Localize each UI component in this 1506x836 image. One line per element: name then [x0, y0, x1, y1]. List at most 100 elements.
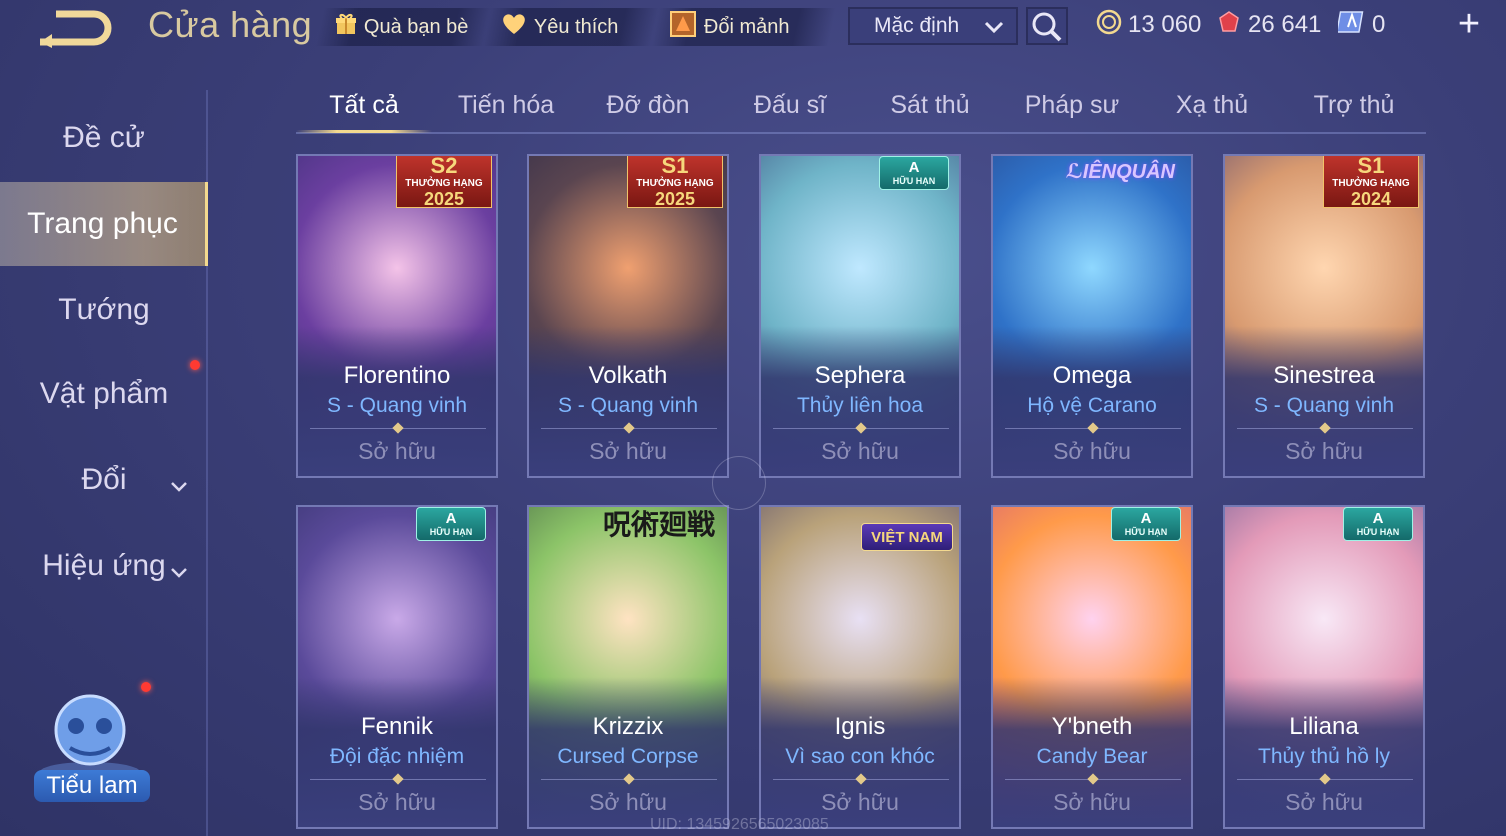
sidebar-item-label: Trang phục — [27, 207, 178, 240]
ownership-status: Sở hữu — [589, 438, 667, 464]
collab-logo-badge: 呪術廻戦 — [602, 508, 715, 541]
vietnam-badge: VIỆT NAM — [861, 523, 953, 551]
badge-year: 2024 — [1350, 188, 1392, 209]
rank-reward-badge: S1 THƯỞNG HẠNG 2025 — [627, 154, 723, 209]
ownership-status: Sở hữu — [1285, 438, 1363, 464]
voucher-balance: 0 — [1336, 8, 1386, 42]
tab-all[interactable]: Tất cả — [296, 80, 432, 133]
friend-gift-button[interactable]: Quà bạn bè — [315, 8, 493, 46]
skin-name: Đội đặc nhiệm — [329, 745, 465, 768]
chevron-down-icon — [170, 554, 188, 588]
tab-marksman[interactable]: Xạ thủ — [1144, 80, 1280, 130]
skin-name: Cursed Corpse — [557, 745, 699, 768]
search-icon — [1028, 12, 1066, 47]
hero-name: Liliana — [1289, 713, 1359, 740]
rank-reward-badge: S2 THƯỞNG HẠNG 2025 — [396, 154, 492, 209]
skin-card[interactable]: S1 THƯỞNG HẠNG 2024 Sinestrea S - Quang vinh… — [1223, 154, 1425, 478]
tab-label: Xạ thủ — [1175, 90, 1249, 119]
rank-reward-badge: S1 THƯỞNG HẠNG 2024 — [1323, 156, 1419, 209]
sort-value: Mặc định — [874, 14, 960, 37]
top-bar: Cửa hàng Quà bạn bè Yêu thích Đổi mảnh M… — [0, 0, 1506, 56]
heart-icon — [500, 12, 528, 42]
hero-name: Omega — [1052, 362, 1132, 389]
badge-year: 2025 — [423, 188, 465, 209]
skin-card[interactable]: VIỆT NAM Ignis Vì sao con khóc Sở hữu — [759, 505, 961, 829]
skin-name: Hộ vệ Carano — [1027, 394, 1157, 417]
tab-assassin[interactable]: Sát thủ — [862, 80, 998, 130]
skin-card[interactable]: A HỮU HẠN Sephera Thủy liên hoa Sở hữu — [759, 154, 961, 478]
red-gem-icon — [1216, 9, 1242, 42]
skin-card[interactable]: A HỮU HẠN Fennik Đội đặc nhiệm Sở hữu — [296, 505, 498, 829]
ownership-status: Sở hữu — [1285, 789, 1363, 815]
gold-balance: 13 060 — [1096, 8, 1201, 42]
badge-season: S2 — [430, 154, 458, 178]
badge-caption: HỮU HẠN — [429, 527, 473, 537]
gem-balance: 26 641 — [1216, 8, 1321, 42]
chevron-down-icon — [982, 15, 1006, 45]
skin-name: Vì sao con khóc — [785, 745, 935, 768]
skin-name: S - Quang vinh — [326, 394, 468, 417]
hero-name: Fennik — [360, 713, 434, 740]
skin-name: Thủy thủ hồ ly — [1258, 745, 1390, 768]
role-tabs: Tất cả Tiến hóa Đỡ đòn Đấu sĩ Sát thủ Ph… — [296, 80, 1426, 134]
limited-badge: A HỮU HẠN — [879, 156, 949, 190]
search-button[interactable] — [1026, 7, 1068, 45]
tab-tank[interactable]: Đỡ đòn — [580, 80, 716, 130]
tab-label: Sát thủ — [890, 90, 970, 119]
mascot-label[interactable]: Tiểu lam — [34, 770, 150, 802]
badge-tier: A — [445, 510, 457, 527]
tab-label: Tất cả — [329, 90, 399, 119]
tab-label: Pháp sư — [1024, 90, 1120, 119]
ownership-status: Sở hữu — [821, 438, 899, 464]
sidebar-item-heroes[interactable]: Tướng — [0, 268, 208, 352]
tab-mage[interactable]: Pháp sư — [1004, 80, 1140, 130]
sort-dropdown[interactable]: Mặc định — [848, 7, 1018, 45]
skin-card[interactable]: S1 THƯỞNG HẠNG 2025 Volkath S - Quang vinh Sở… — [527, 154, 729, 478]
tab-label: Đấu sĩ — [753, 90, 827, 119]
tab-evolution[interactable]: Tiến hóa — [438, 80, 574, 130]
badge-tier: A — [1372, 510, 1384, 527]
skin-card[interactable]: ℒIÊNQUÂN Omega Hộ vệ Carano Sở hữu — [991, 154, 1193, 478]
back-arrow-icon[interactable] — [36, 6, 116, 48]
favorites-label: Yêu thích — [534, 15, 619, 38]
sidebar-item-items[interactable]: Vật phẩm — [0, 352, 208, 436]
skin-card[interactable]: A HỮU HẠN Y'bneth Candy Bear Sở hữu — [991, 505, 1193, 829]
tab-support[interactable]: Trợ thủ — [1286, 80, 1422, 130]
ownership-status: Sở hữu — [821, 789, 899, 815]
badge-year: 2025 — [654, 188, 696, 209]
sidebar-item-label: Vật phẩm — [39, 377, 169, 410]
exchange-shards-button[interactable]: Đổi mảnh — [649, 8, 837, 46]
sidebar-item-exchange[interactable]: Đổi — [0, 438, 208, 522]
skin-card[interactable]: S2 THƯỞNG HẠNG 2025 Florentino S - Quang vin… — [296, 154, 498, 478]
sidebar-item-skins[interactable]: Trang phục — [0, 182, 208, 266]
favorites-button[interactable]: Yêu thích — [481, 8, 661, 46]
badge-tier: A — [1140, 510, 1152, 527]
tab-label: Trợ thủ — [1313, 90, 1395, 119]
sidebar-item-effects[interactable]: Hiệu ứng — [0, 524, 208, 608]
tab-label: Tiến hóa — [457, 90, 555, 119]
gold-amount: 13 060 — [1128, 11, 1202, 38]
skin-card[interactable]: A HỮU HẠN Liliana Thủy thủ hồ ly Sở hữu — [1223, 505, 1425, 829]
voucher-amount: 0 — [1372, 11, 1386, 38]
badge-tier: A — [908, 159, 920, 176]
skin-name: Thủy liên hoa — [796, 394, 924, 417]
badge-season: S1 — [661, 154, 689, 178]
badge-caption: THƯỞNG HẠNG — [636, 177, 714, 189]
hero-name: Y'bneth — [1051, 713, 1133, 740]
lienquan-logo-badge: ℒIÊNQUÂN — [1065, 161, 1175, 183]
top-up-plus-icon[interactable]: + — [1452, 5, 1486, 43]
skin-card[interactable]: 呪術廻戦 Krizzix Cursed Corpse Sở hữu — [527, 505, 729, 829]
voucher-icon — [1336, 9, 1366, 42]
limited-badge: A HỮU HẠN — [1343, 507, 1413, 541]
badge-caption: THƯỞNG HẠNG — [1332, 177, 1410, 189]
hero-name: Ignis — [834, 713, 886, 740]
exchange-shards-label: Đổi mảnh — [704, 15, 790, 38]
tab-fighter[interactable]: Đấu sĩ — [722, 80, 858, 130]
page-title: Cửa hàng — [148, 4, 313, 45]
skin-grid: S2 THƯỞNG HẠNG 2025 Florentino S - Quang vin… — [296, 154, 1426, 836]
uid-watermark: UID: 1345926565023085 — [650, 816, 829, 833]
gem-amount: 26 641 — [1248, 11, 1322, 38]
badge-caption: HỮU HẠN — [1356, 527, 1400, 537]
sidebar-item-recommended[interactable]: Đề cử — [0, 96, 208, 180]
hero-name: Sinestrea — [1273, 362, 1375, 389]
